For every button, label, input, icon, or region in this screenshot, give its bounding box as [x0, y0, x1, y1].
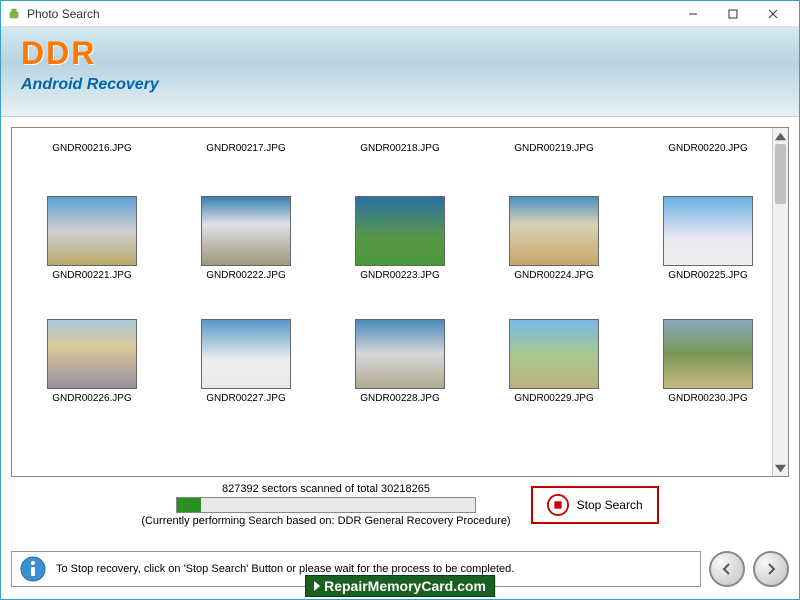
info-icon: [20, 556, 46, 582]
thumbnail-label: GNDR00223.JPG: [360, 270, 439, 281]
thumbnail-image: [509, 196, 599, 266]
scroll-up-arrow[interactable]: [773, 128, 788, 144]
thumbnail-item[interactable]: GNDR00226.JPG: [17, 289, 167, 404]
thumbnail-image: [201, 319, 291, 389]
stop-button-label: Stop Search: [577, 498, 643, 512]
thumbnail-label: GNDR00222.JPG: [206, 270, 285, 281]
thumbnail-panel: GNDR00216.JPG GNDR00217.JPG GNDR00218.JP…: [11, 127, 789, 477]
nav-back-button[interactable]: [709, 551, 745, 587]
thumbnail-label: GNDR00219.JPG: [514, 143, 593, 154]
thumbnail-label: GNDR00226.JPG: [52, 393, 131, 404]
info-text: To Stop recovery, click on 'Stop Search'…: [56, 563, 514, 575]
thumbnail-item[interactable]: GNDR00217.JPG: [171, 138, 321, 158]
progress-subtext: (Currently performing Search based on: D…: [141, 515, 510, 527]
thumbnail-image: [201, 196, 291, 266]
thumbnail-item[interactable]: GNDR00224.JPG: [479, 166, 629, 281]
thumbnail-label: GNDR00230.JPG: [668, 393, 747, 404]
app-subtitle: Android Recovery: [21, 76, 779, 94]
thumbnail-image: [47, 196, 137, 266]
thumbnail-label: GNDR00224.JPG: [514, 270, 593, 281]
footer: To Stop recovery, click on 'Stop Search'…: [1, 539, 799, 599]
thumbnail-label: GNDR00227.JPG: [206, 393, 285, 404]
thumbnail-item[interactable]: GNDR00218.JPG: [325, 138, 475, 158]
caret-icon: [314, 581, 320, 591]
close-button[interactable]: [753, 3, 793, 25]
thumbnail-item[interactable]: GNDR00221.JPG: [17, 166, 167, 281]
progress-status-text: 827392 sectors scanned of total 30218265: [222, 483, 430, 495]
thumbnail-image: [663, 196, 753, 266]
thumbnail-item[interactable]: GNDR00225.JPG: [633, 166, 783, 281]
titlebar: Photo Search: [1, 1, 799, 27]
thumbnail-item[interactable]: GNDR00219.JPG: [479, 138, 629, 158]
thumbnail-label: GNDR00218.JPG: [360, 143, 439, 154]
thumbnail-item[interactable]: GNDR00229.JPG: [479, 289, 629, 404]
thumbnail-item[interactable]: GNDR00223.JPG: [325, 166, 475, 281]
maximize-button[interactable]: [713, 3, 753, 25]
thumbnail-image: [509, 319, 599, 389]
thumbnail-image: [355, 319, 445, 389]
thumbnail-item[interactable]: GNDR00228.JPG: [325, 289, 475, 404]
main-area: GNDR00216.JPG GNDR00217.JPG GNDR00218.JP…: [1, 117, 799, 539]
thumbnail-label: GNDR00220.JPG: [668, 143, 747, 154]
repair-banner-text: RepairMemoryCard.com: [324, 578, 486, 594]
scroll-down-arrow[interactable]: [773, 460, 788, 476]
thumbnail-label: GNDR00228.JPG: [360, 393, 439, 404]
thumbnail-image: [355, 196, 445, 266]
window-controls: [673, 3, 793, 25]
thumbnail-label: GNDR00216.JPG: [52, 143, 131, 154]
thumbnail-item[interactable]: GNDR00216.JPG: [17, 138, 167, 158]
thumbnail-image: [663, 319, 753, 389]
app-window: Photo Search DDR Android Recovery GNDR00…: [0, 0, 800, 600]
thumbnail-label: GNDR00221.JPG: [52, 270, 131, 281]
progress-bar: [176, 497, 476, 513]
stop-search-button[interactable]: Stop Search: [531, 486, 659, 524]
progress-column: 827392 sectors scanned of total 30218265…: [141, 483, 510, 527]
header-banner: DDR Android Recovery: [1, 27, 799, 117]
thumbnail-item[interactable]: GNDR00220.JPG: [633, 138, 783, 158]
progress-row: 827392 sectors scanned of total 30218265…: [11, 477, 789, 529]
thumbnail-grid: GNDR00216.JPG GNDR00217.JPG GNDR00218.JP…: [17, 138, 783, 404]
progress-fill: [177, 498, 201, 512]
thumbnail-label: GNDR00225.JPG: [668, 270, 747, 281]
nav-forward-button[interactable]: [753, 551, 789, 587]
app-icon: [7, 7, 21, 21]
minimize-button[interactable]: [673, 3, 713, 25]
thumbnail-item[interactable]: GNDR00227.JPG: [171, 289, 321, 404]
thumbnail-label: GNDR00217.JPG: [206, 143, 285, 154]
thumbnail-item[interactable]: GNDR00222.JPG: [171, 166, 321, 281]
scroll-thumb[interactable]: [775, 144, 786, 204]
thumbnail-image: [47, 319, 137, 389]
thumbnail-label: GNDR00229.JPG: [514, 393, 593, 404]
thumbnail-item[interactable]: GNDR00230.JPG: [633, 289, 783, 404]
stop-icon: [547, 494, 569, 516]
repair-banner[interactable]: RepairMemoryCard.com: [305, 575, 495, 597]
scrollbar[interactable]: [772, 128, 788, 476]
ddr-logo: DDR: [21, 35, 779, 72]
title-text: Photo Search: [27, 7, 673, 21]
